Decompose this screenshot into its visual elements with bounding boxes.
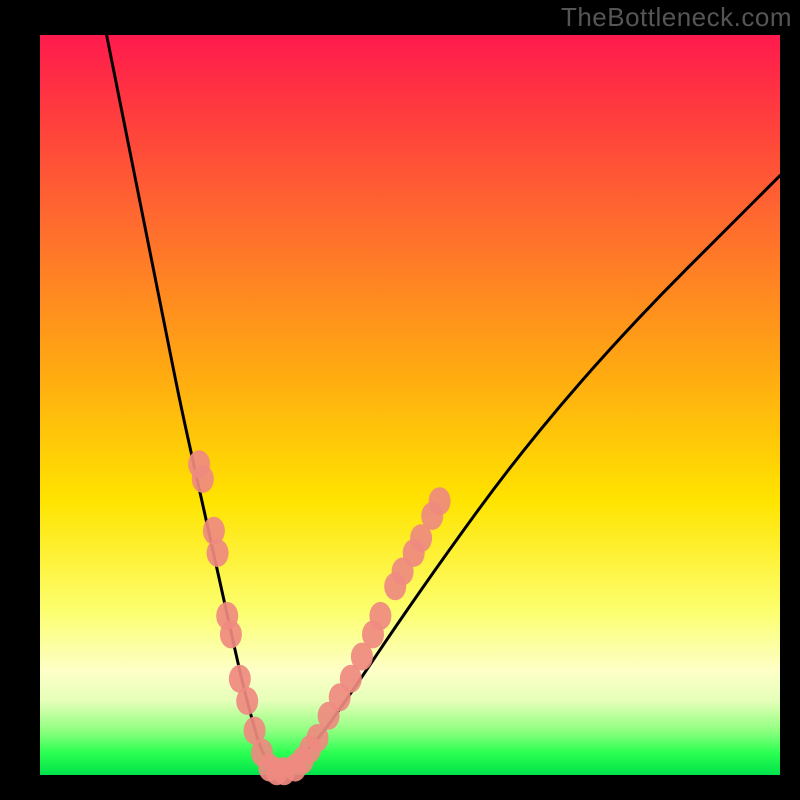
marker-dot [220,620,242,648]
marker-dot [236,687,258,715]
marker-dot [192,465,214,493]
marker-dot [207,539,229,567]
chart-frame: TheBottleneck.com [0,0,800,800]
marker-dot [429,487,451,515]
plot-area [40,35,780,775]
highlight-markers [188,450,451,785]
watermark-label: TheBottleneck.com [561,2,792,33]
bottleneck-curve [107,35,780,771]
curve-svg [40,35,780,775]
marker-dot [369,602,391,630]
